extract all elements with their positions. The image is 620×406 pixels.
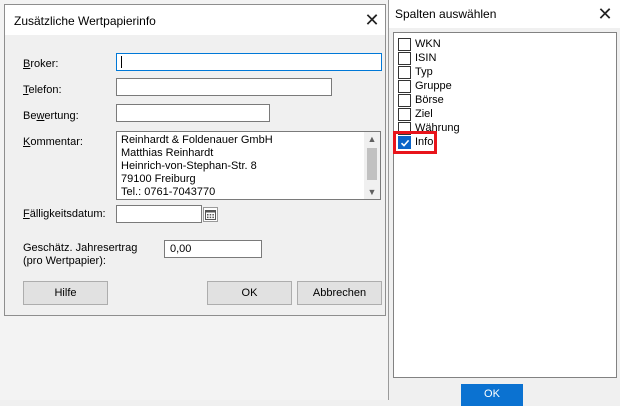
- jahresertrag-label-line1: Geschätz. Jahresertrag: [23, 242, 138, 254]
- red-highlight-box: [393, 131, 437, 154]
- comment-line: Matthias Reinhardt: [121, 147, 214, 159]
- close-icon[interactable]: ✕: [596, 5, 614, 23]
- broker-input[interactable]: [116, 53, 382, 71]
- jahresertrag-label-line2: (pro Wertpapier):: [23, 255, 106, 267]
- ok-button[interactable]: OK: [461, 384, 523, 406]
- faelligkeit-input[interactable]: [116, 205, 202, 223]
- checkbox[interactable]: [398, 108, 411, 121]
- checkbox[interactable]: [398, 52, 411, 65]
- comment-line: Reinhardt & Foldenauer GmbH: [121, 134, 273, 146]
- scroll-up-icon[interactable]: ▲: [364, 132, 380, 146]
- bewertung-input[interactable]: [116, 104, 270, 122]
- wertpapierinfo-dialog: Zusätzliche Wertpapierinfo ✕ Broker: Tel…: [4, 4, 386, 316]
- telefon-label: Telefon:: [23, 84, 62, 96]
- spalten-dialog: Spalten auswählen ✕ WKN ISIN Typ Gruppe …: [388, 0, 620, 406]
- dialog-titlebar: Zusätzliche Wertpapierinfo ✕: [5, 5, 385, 35]
- help-button[interactable]: Hilfe: [23, 281, 108, 305]
- kommentar-textarea[interactable]: Reinhardt & Foldenauer GmbH Matthias Rei…: [116, 131, 381, 200]
- broker-label: Broker:: [23, 58, 59, 70]
- dialog-titlebar: Spalten auswählen ✕: [389, 0, 620, 28]
- calendar-icon[interactable]: [203, 207, 218, 222]
- jahresertrag-input[interactable]: 0,00: [164, 240, 262, 258]
- checkbox[interactable]: [398, 38, 411, 51]
- cancel-button[interactable]: Abbrechen: [297, 281, 382, 305]
- comment-line: Tel.: 0761-7043770: [121, 186, 216, 198]
- comment-line: 79100 Freiburg: [121, 173, 196, 185]
- checkbox[interactable]: [398, 66, 411, 79]
- bewertung-label: Bewertung:: [23, 110, 79, 122]
- dialog-title: Spalten auswählen: [395, 7, 497, 21]
- scrollbar-thumb[interactable]: [367, 148, 377, 180]
- text-caret: [121, 56, 122, 68]
- checkbox[interactable]: [398, 94, 411, 107]
- scroll-down-icon[interactable]: ▼: [364, 185, 380, 199]
- vertical-scrollbar[interactable]: ▲ ▼: [364, 132, 380, 199]
- checkbox[interactable]: [398, 80, 411, 93]
- kommentar-label: Kommentar:: [23, 136, 83, 148]
- comment-line: Heinrich-von-Stephan-Str. 8: [121, 160, 257, 172]
- column-list[interactable]: WKN ISIN Typ Gruppe Börse Ziel Währung I…: [393, 32, 617, 378]
- faelligkeit-label: Fälligkeitsdatum:: [23, 208, 106, 220]
- telefon-input[interactable]: [116, 78, 332, 96]
- close-icon[interactable]: ✕: [363, 11, 381, 29]
- ok-button[interactable]: OK: [207, 281, 292, 305]
- dialog-title: Zusätzliche Wertpapierinfo: [14, 14, 156, 28]
